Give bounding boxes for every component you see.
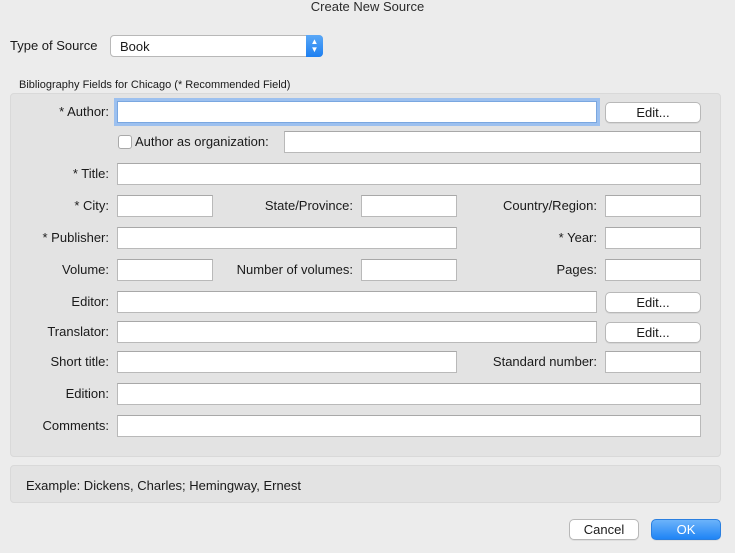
author-as-organization-label: Author as organization: [135,134,269,149]
window-title: Create New Source [310,0,425,14]
country-region-label: Country/Region: [503,198,597,213]
year-label: * Year: [558,230,597,245]
author-organization-field[interactable] [284,131,701,153]
number-of-volumes-label: Number of volumes: [236,262,353,277]
title-field[interactable] [117,163,701,185]
bibliography-heading: Bibliography Fields for Chicago (* Recom… [19,79,291,91]
number-of-volumes-field[interactable] [361,259,457,281]
city-label: * City: [74,198,109,213]
author-field[interactable] [117,101,597,123]
author-label: * Author: [59,104,109,119]
editor-label: Editor: [71,294,109,309]
edit-translator-button[interactable]: Edit... [605,322,701,343]
translator-field[interactable] [117,321,597,343]
author-as-organization-checkbox[interactable] [118,135,132,149]
ok-button[interactable]: OK [651,519,721,540]
short-title-field[interactable] [117,351,457,373]
state-province-label: State/Province: [264,198,353,213]
type-of-source-select[interactable]: Book ▲ ▼ [110,35,323,57]
city-field[interactable] [117,195,213,217]
state-province-field[interactable] [361,195,457,217]
pages-label: Pages: [556,262,597,277]
comments-field[interactable] [117,415,701,437]
country-region-field[interactable] [605,195,701,217]
standard-number-field[interactable] [605,351,701,373]
cancel-button[interactable]: Cancel [569,519,639,540]
edit-editor-button[interactable]: Edit... [605,292,701,313]
short-title-label: Short title: [50,354,109,369]
publisher-label: * Publisher: [42,230,109,245]
up-down-chevron-icon: ▲ ▼ [306,35,323,57]
type-of-source-label: Type of Source [10,38,98,53]
year-field[interactable] [605,227,701,249]
example-text: Example: Dickens, Charles; Hemingway, Er… [26,478,302,493]
example-panel: Example: Dickens, Charles; Hemingway, Er… [10,465,721,503]
standard-number-label: Standard number: [492,354,597,369]
edition-label: Edition: [65,386,109,401]
pages-field[interactable] [605,259,701,281]
volume-label: Volume: [62,262,109,277]
translator-label: Translator: [47,324,109,339]
comments-label: Comments: [42,418,109,433]
publisher-field[interactable] [117,227,457,249]
editor-field[interactable] [117,291,597,313]
volume-field[interactable] [117,259,213,281]
type-of-source-value: Book [120,39,150,54]
title-label: * Title: [72,166,109,181]
edition-field[interactable] [117,383,701,405]
edit-author-button[interactable]: Edit... [605,102,701,123]
